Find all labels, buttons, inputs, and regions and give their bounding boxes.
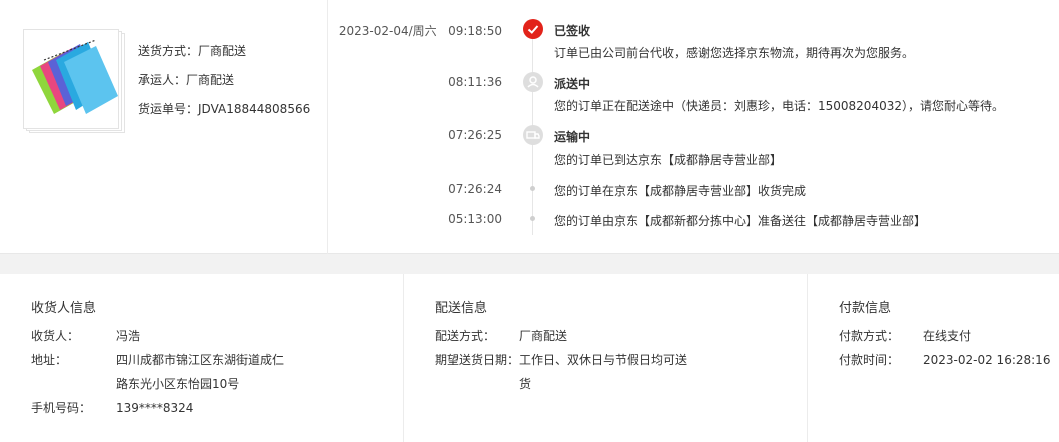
product-image bbox=[23, 29, 119, 129]
timeline-status-desc: 您的订单由京东【成都新都分拣中心】准备送往【成都静居寺营业部】 bbox=[554, 214, 927, 228]
timeline-time: 08:11:36 bbox=[448, 75, 502, 89]
receiver-address-label: 地址： bbox=[31, 353, 68, 367]
carrier-value: 厂商配送 bbox=[186, 73, 235, 87]
truck-icon bbox=[523, 125, 543, 145]
product-thumbnail[interactable] bbox=[23, 29, 127, 135]
tracking-panel: 送货方式：厂商配送 承运人：厂商配送 货运单号：JDVA18844808566 … bbox=[0, 0, 1059, 254]
check-icon bbox=[523, 19, 543, 39]
receiver-phone-value: 139****8324 bbox=[116, 401, 194, 415]
timeline-timestamp: 08:11:36 bbox=[448, 75, 502, 89]
delivery-method-label: 送货方式： bbox=[138, 44, 199, 58]
receiver-info-heading: 收货人信息 bbox=[31, 301, 97, 316]
goods-summary: 送货方式：厂商配送 承运人：厂商配送 货运单号：JDVA18844808566 bbox=[0, 0, 328, 254]
order-info-panel: 收货人信息 收货人： 冯浩 地址： 四川成都市锦江区东湖街道成仁 路东光小区东怡园1… bbox=[0, 274, 1059, 442]
timeline-status-desc: 您的订单正在配送途中（快递员：刘惠珍，电话：15008204032），请您耐心等… bbox=[554, 99, 1004, 113]
waybill-label: 货运单号： bbox=[138, 102, 199, 116]
courier-icon bbox=[523, 72, 543, 92]
timeline-timestamp: 2023-02-04/周六 09:18:50 bbox=[339, 22, 502, 39]
timeline-timestamp: 07:26:25 bbox=[448, 128, 502, 142]
timeline-timestamp: 07:26:24 bbox=[448, 182, 502, 196]
receiver-address-row: 地址： 四川成都市锦江区东湖街道成仁 bbox=[31, 350, 284, 370]
timeline-timestamp: 05:13:00 bbox=[448, 212, 502, 226]
delivery-method-row: 送货方式：厂商配送 bbox=[138, 41, 310, 70]
receiver-info-section: 收货人信息 收货人： 冯浩 地址： 四川成都市锦江区东湖街道成仁 路东光小区东怡园1… bbox=[0, 274, 404, 442]
receiver-phone-row: 手机号码： 139****8324 bbox=[31, 398, 193, 418]
carrier-label: 承运人： bbox=[138, 73, 187, 87]
timeline-time: 07:26:25 bbox=[448, 128, 502, 142]
payment-method-value: 在线支付 bbox=[923, 329, 972, 343]
timeline-dot-icon bbox=[530, 186, 535, 191]
timeline-dot-icon bbox=[530, 216, 535, 221]
logistics-timeline: 2023-02-04/周六 09:18:50 已签收 订单已由公司前台代收，感谢… bbox=[328, 0, 1059, 254]
shipping-method-label: 配送方式： bbox=[435, 329, 496, 343]
timeline-date: 2023-02-04/周六 bbox=[338, 24, 437, 38]
payment-time-value: 2023-02-02 16:28:16 bbox=[923, 353, 1051, 367]
timeline-status-title: 运输中 bbox=[554, 130, 591, 144]
payment-method-row: 付款方式： 在线支付 bbox=[839, 326, 971, 346]
receiver-phone-label: 手机号码： bbox=[31, 401, 92, 415]
receiver-address-line2: 路东光小区东怡园10号 bbox=[116, 377, 240, 391]
timeline-status-title: 派送中 bbox=[554, 77, 591, 91]
expected-date-row: 期望送货日期： 工作日、双休日与节假日均可送 bbox=[435, 350, 687, 370]
waybill-value[interactable]: JDVA18844808566 bbox=[198, 102, 310, 116]
timeline-status-desc: 订单已由公司前台代收，感谢您选择京东物流，期待再次为您服务。 bbox=[554, 46, 915, 60]
timeline-status-title: 已签收 bbox=[554, 24, 591, 38]
timeline-time: 05:13:00 bbox=[448, 212, 502, 226]
expected-date-line2: 货 bbox=[519, 377, 532, 391]
timeline-time: 09:18:50 bbox=[448, 24, 502, 38]
receiver-name-label: 收货人： bbox=[31, 329, 80, 343]
shipping-info-heading: 配送信息 bbox=[435, 301, 488, 316]
shipping-method-value: 厂商配送 bbox=[519, 329, 568, 343]
payment-time-row: 付款时间： 2023-02-02 16:28:16 bbox=[839, 350, 1050, 370]
expected-date-label: 期望送货日期： bbox=[435, 353, 520, 367]
timeline-time: 07:26:24 bbox=[448, 182, 502, 196]
receiver-address-line1: 四川成都市锦江区东湖街道成仁 bbox=[116, 353, 285, 367]
goods-info: 送货方式：厂商配送 承运人：厂商配送 货运单号：JDVA18844808566 bbox=[138, 41, 310, 128]
receiver-name-row: 收货人： 冯浩 bbox=[31, 326, 140, 346]
carrier-row: 承运人：厂商配送 bbox=[138, 70, 310, 99]
glasses-pouch-image bbox=[24, 30, 118, 128]
shipping-info-section: 配送信息 配送方式： 厂商配送 期望送货日期： 工作日、双休日与节假日均可送 货 bbox=[404, 274, 808, 442]
timeline-status-desc: 您的订单已到达京东【成都静居寺营业部】 bbox=[554, 153, 783, 167]
receiver-name-value: 冯浩 bbox=[116, 329, 141, 343]
waybill-row: 货运单号：JDVA18844808566 bbox=[138, 99, 310, 128]
expected-date-line1: 工作日、双休日与节假日均可送 bbox=[519, 353, 688, 367]
payment-method-label: 付款方式： bbox=[839, 329, 900, 343]
payment-time-label: 付款时间： bbox=[839, 353, 900, 367]
timeline-status-desc: 您的订单在京东【成都静居寺营业部】收货完成 bbox=[554, 184, 807, 198]
payment-info-heading: 付款信息 bbox=[839, 301, 892, 316]
payment-info-section: 付款信息 付款方式： 在线支付 付款时间： 2023-02-02 16:28:16 bbox=[808, 274, 1059, 442]
shipping-method-row: 配送方式： 厂商配送 bbox=[435, 326, 567, 346]
delivery-method-value: 厂商配送 bbox=[198, 44, 247, 58]
